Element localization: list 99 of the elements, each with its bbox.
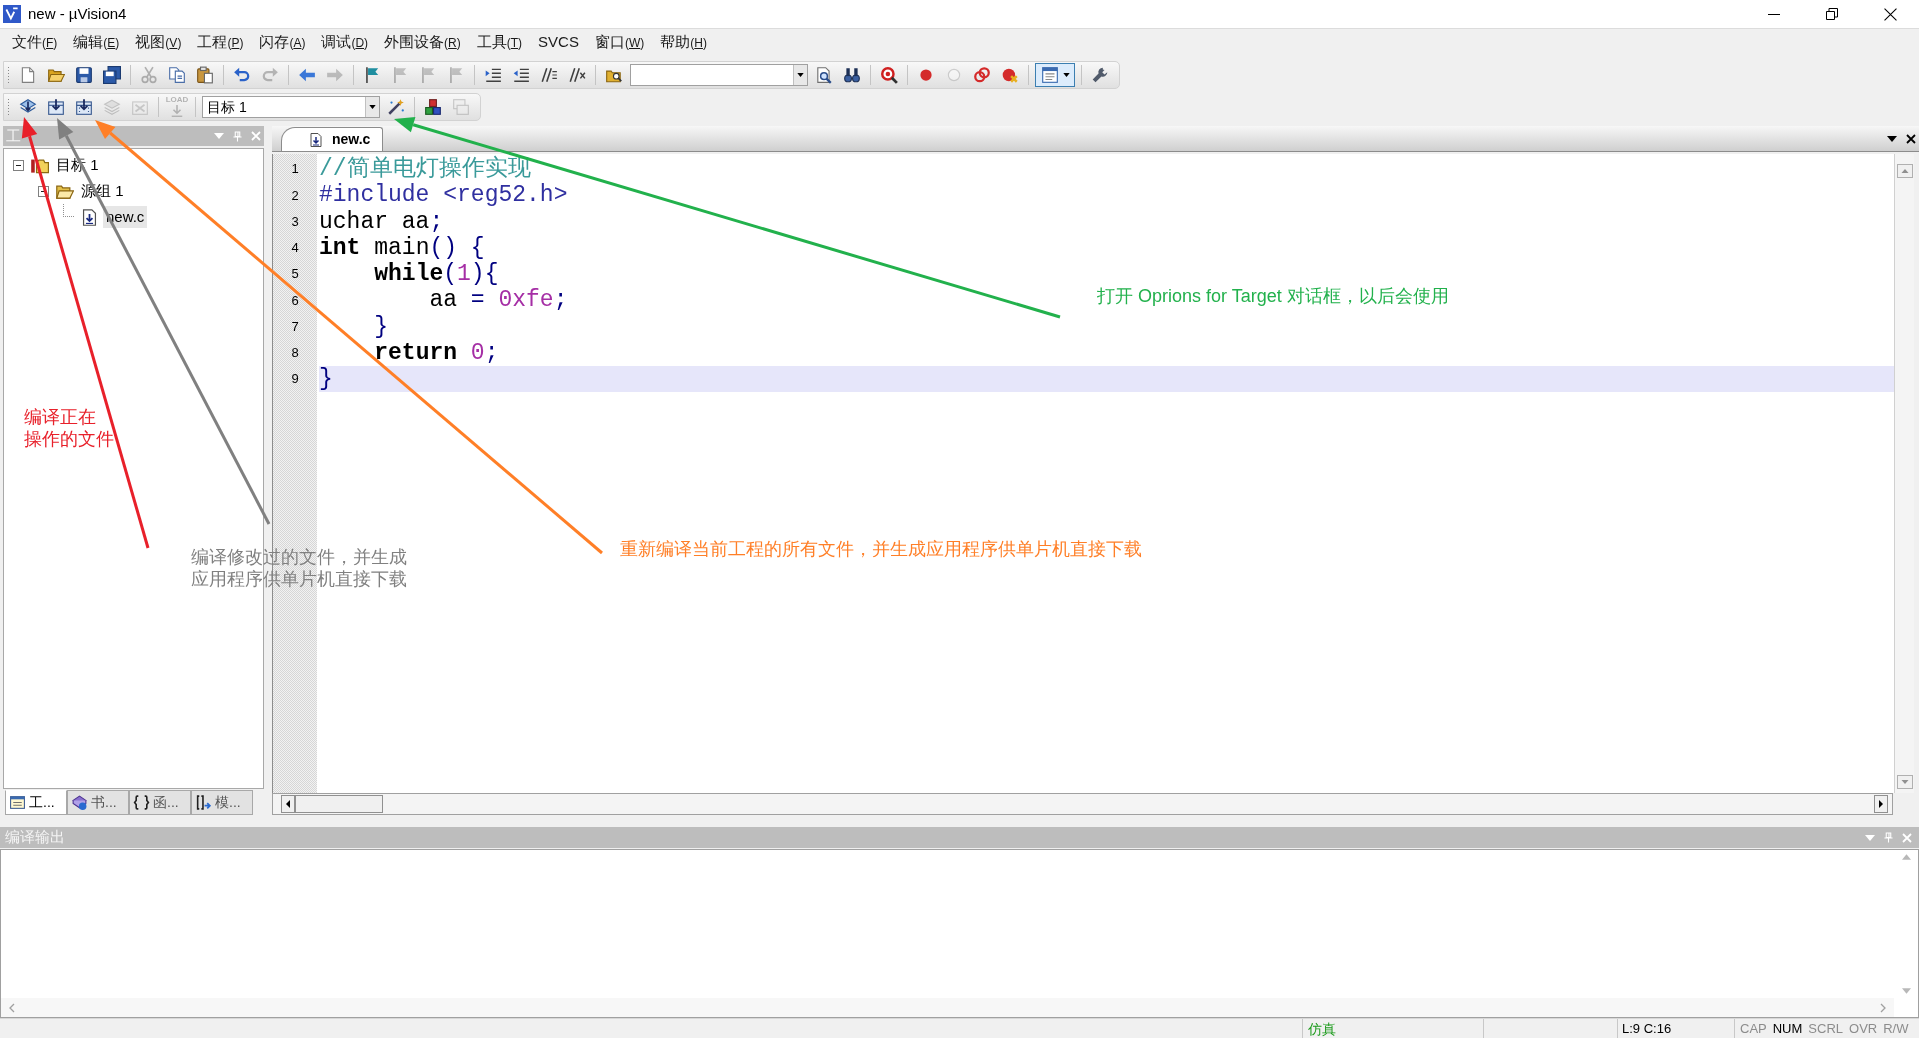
line-number: 4 <box>291 239 299 258</box>
save-icon[interactable] <box>75 66 93 84</box>
code-line: } <box>319 366 333 393</box>
page-magnifier-icon[interactable] <box>815 66 833 84</box>
scroll-thumb[interactable] <box>295 795 383 813</box>
menu-item[interactable]: 外围设备(R) <box>376 30 469 55</box>
menu-item[interactable]: 调试(D) <box>313 30 377 55</box>
code-line: int main() { <box>319 234 485 261</box>
layers-arrow-icon[interactable] <box>19 98 37 116</box>
window-list-icon <box>9 794 26 811</box>
line-number: 6 <box>291 291 299 310</box>
close-icon[interactable] <box>1883 7 1897 21</box>
horizontal-scrollbar[interactable] <box>1 998 1894 1017</box>
magic-wand-icon[interactable] <box>387 98 405 116</box>
code-line: #include <reg52.h> <box>319 182 568 209</box>
collapse-toggle-icon[interactable] <box>13 159 24 171</box>
collapse-toggle-icon[interactable] <box>38 185 49 197</box>
linked-rings-icon[interactable] <box>973 66 991 84</box>
file-download-icon <box>308 131 324 148</box>
line-number: 8 <box>291 344 299 363</box>
dropdown-field[interactable]: 目标 1 <box>202 96 380 118</box>
blocks-icon[interactable] <box>424 98 442 116</box>
undo-icon[interactable] <box>233 66 251 84</box>
menu-item[interactable]: 工具(T) <box>468 30 531 55</box>
key-indicator: OVR <box>1849 1020 1878 1038</box>
outdent-icon[interactable] <box>512 66 530 84</box>
breakpoint-dot-icon[interactable] <box>917 66 935 84</box>
vertical-scrollbar[interactable] <box>1894 154 1914 793</box>
key-indicator: SCRL <box>1808 1020 1844 1038</box>
restore-icon[interactable] <box>1826 8 1838 20</box>
copy-icon[interactable] <box>168 66 186 84</box>
panel-tab[interactable]: 模... <box>191 790 253 815</box>
caret-icon[interactable] <box>797 73 804 77</box>
caret-down-icon[interactable] <box>1887 135 1897 142</box>
stacked-floppies-icon[interactable] <box>103 66 121 84</box>
panel-tab[interactable]: 函... <box>129 790 191 815</box>
panel-tab[interactable]: 工... <box>5 790 67 815</box>
window-download-icon[interactable] <box>47 98 65 116</box>
annotation-text: 打开 Oprions for Target 对话框，以后会使用 <box>1097 285 1449 307</box>
dot-cross-icon[interactable] <box>1001 66 1019 84</box>
menu-item[interactable]: 文件(F) <box>4 30 66 55</box>
menu-item[interactable]: 视图(V) <box>127 30 190 55</box>
tree-item[interactable]: new.c <box>103 206 148 228</box>
menu-item[interactable]: SVCS <box>530 30 587 55</box>
line-number: 1 <box>291 160 299 179</box>
status-mode: 仿真 <box>1308 1019 1336 1038</box>
grip-icon[interactable] <box>7 98 10 116</box>
line-number: 5 <box>291 265 299 284</box>
line-number: 3 <box>291 212 299 231</box>
window-title: new - µVision4 <box>28 3 127 24</box>
horizontal-scrollbar[interactable] <box>272 793 1893 815</box>
window-layout-icon <box>1040 66 1059 84</box>
menu-item[interactable]: 工程(P) <box>189 30 252 55</box>
code-line: } <box>374 313 389 340</box>
menu-item[interactable]: 窗口(W) <box>586 30 653 55</box>
folder-icon[interactable] <box>47 66 65 84</box>
binoculars-icon[interactable] <box>843 66 861 84</box>
grip-icon[interactable] <box>7 66 10 84</box>
book-stack-icon <box>71 794 88 811</box>
key-indicator: CAP <box>1740 1020 1767 1038</box>
caret-icon[interactable] <box>1062 73 1070 77</box>
blank-page-icon[interactable] <box>19 66 37 84</box>
slashes-cross-icon[interactable] <box>568 66 586 84</box>
left-chevron-icon[interactable] <box>9 1002 15 1013</box>
wrench-icon[interactable] <box>1091 66 1109 84</box>
line-number: 7 <box>291 317 299 336</box>
line-number: 2 <box>291 186 299 205</box>
app-logo-icon <box>3 5 21 23</box>
annotation-text: 编译正在 操作的文件 <box>24 406 114 450</box>
right-chevron-icon[interactable] <box>1880 1002 1886 1013</box>
dotted-window-download-icon[interactable] <box>75 98 93 116</box>
menu-item[interactable]: 闪存(A) <box>251 30 314 55</box>
code-line: aa = 0xfe; <box>429 287 568 314</box>
cursor-position: L:9 C:16 <box>1622 1020 1672 1038</box>
menu-item[interactable]: 帮助(H) <box>652 30 715 55</box>
annotation-text: 重新编译当前工程的所有文件，并生成应用程序供单片机直接下载 <box>620 538 1142 560</box>
key-indicator: R/W <box>1883 1020 1909 1038</box>
indent-icon[interactable] <box>484 66 502 84</box>
file-download-icon <box>80 207 99 227</box>
slashes-lines-icon[interactable] <box>540 66 558 84</box>
menu-item[interactable]: 编辑(E) <box>65 30 128 55</box>
editor-tab[interactable]: new.c <box>281 127 384 151</box>
download-arrow-icon <box>170 104 184 118</box>
braces-icon <box>133 794 150 811</box>
code-line: return 0; <box>374 339 499 366</box>
layout-dropdown-button[interactable] <box>1035 63 1075 87</box>
panel-tab[interactable]: 书... <box>67 790 129 815</box>
caret-icon[interactable] <box>369 105 376 109</box>
key-indicator: NUM <box>1772 1020 1803 1038</box>
clipboard-icon[interactable] <box>196 66 214 84</box>
close-icon[interactable] <box>1906 133 1916 144</box>
bracket-arrow-icon <box>195 794 212 811</box>
dropdown-field[interactable] <box>630 64 808 86</box>
flag-icon[interactable] <box>363 66 381 84</box>
code-line: while(1){ <box>374 261 499 288</box>
line-number: 9 <box>291 370 299 389</box>
magnifier-icon[interactable] <box>880 66 898 84</box>
code-line: uchar aa; <box>319 208 444 235</box>
minimize-icon[interactable] <box>1768 13 1780 15</box>
